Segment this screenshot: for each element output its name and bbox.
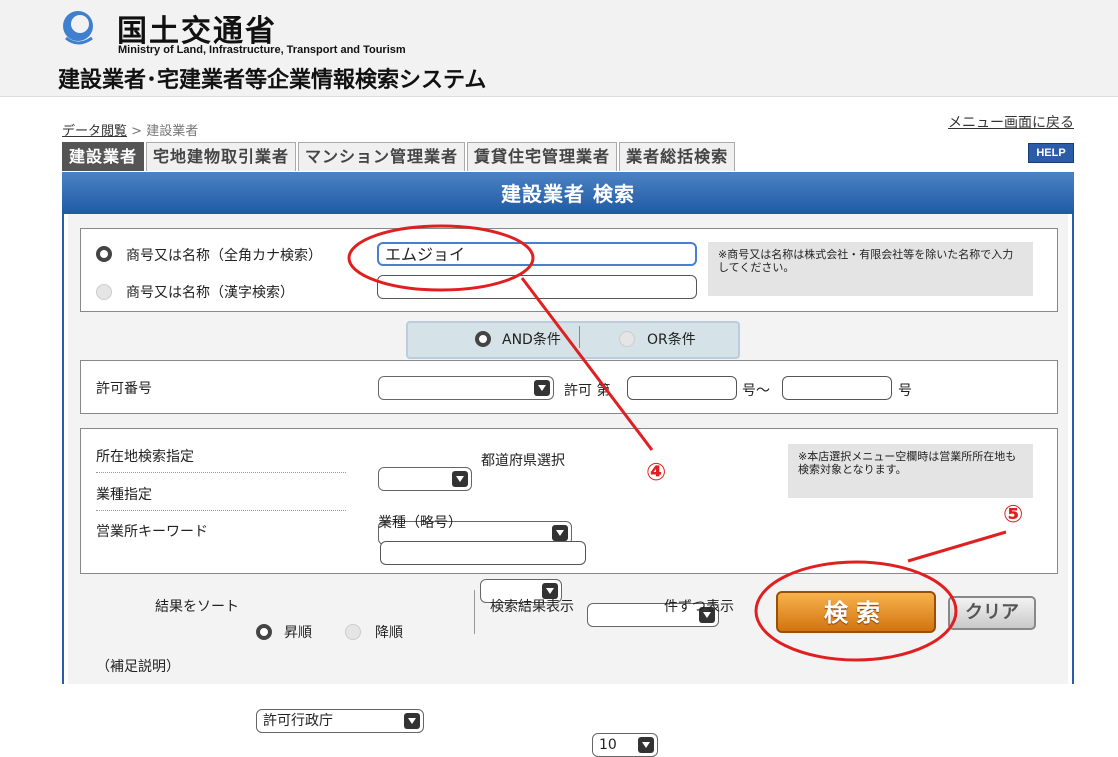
annotation-overlay xyxy=(347,224,1007,662)
annotation-line-five xyxy=(907,530,1007,563)
annotation-label-four: ④ xyxy=(646,458,667,486)
results-per-page-select[interactable]: 10 xyxy=(592,733,658,757)
chevron-down-icon xyxy=(638,737,654,753)
annotation-line-four xyxy=(520,277,654,451)
results-per-page-value: 10 xyxy=(599,737,617,753)
sort-select[interactable]: 許可行政庁 xyxy=(256,709,424,733)
sort-select-value: 許可行政庁 xyxy=(263,713,333,729)
annotation-ellipse-search xyxy=(754,560,958,662)
annotation-ellipse-input xyxy=(347,224,535,292)
annotation-label-five: ⑤ xyxy=(1003,500,1024,528)
chevron-down-icon xyxy=(404,713,420,729)
